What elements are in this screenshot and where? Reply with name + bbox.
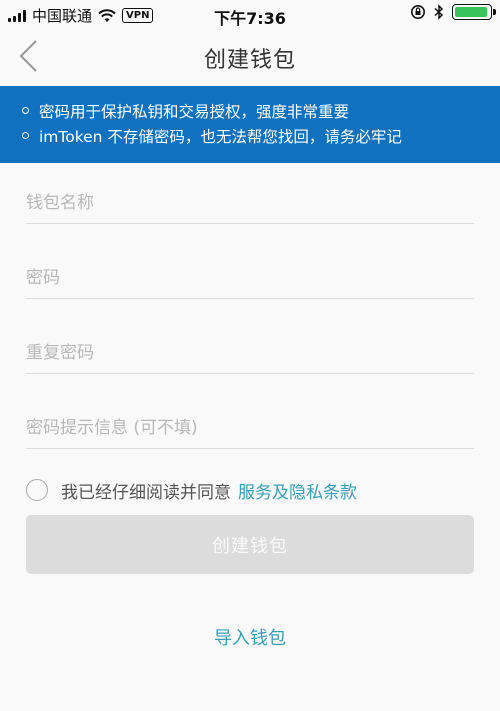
bullet-icon bbox=[22, 107, 29, 114]
terms-link[interactable]: 服务及隐私条款 bbox=[238, 478, 357, 503]
password-field bbox=[26, 259, 474, 299]
agreement-checkbox[interactable] bbox=[26, 479, 48, 501]
info-line: 密码用于保护私钥和交易授权，强度非常重要 bbox=[22, 98, 500, 123]
wallet-name-field bbox=[26, 184, 474, 224]
agreement-text: 我已经仔细阅读并同意 bbox=[61, 482, 231, 503]
create-wallet-button[interactable]: 创建钱包 bbox=[26, 515, 474, 574]
repeat-password-input[interactable] bbox=[26, 334, 474, 372]
import-wallet-link[interactable]: 导入钱包 bbox=[0, 624, 500, 650]
page-title: 创建钱包 bbox=[203, 48, 296, 73]
bluetooth-icon bbox=[434, 4, 444, 20]
bullet-icon bbox=[22, 132, 29, 139]
password-hint-field bbox=[26, 409, 474, 449]
info-line-text: imToken 不存储密码，也无法帮您找回，请务必牢记 bbox=[39, 127, 402, 146]
battery-fill bbox=[455, 7, 488, 17]
password-hint-input[interactable] bbox=[26, 409, 474, 447]
info-line: imToken 不存储密码，也无法帮您找回，请务必牢记 bbox=[22, 123, 500, 148]
battery-icon bbox=[452, 4, 496, 20]
navigation-bar: 创建钱包 bbox=[0, 28, 500, 86]
status-right bbox=[410, 4, 496, 20]
password-input[interactable] bbox=[26, 259, 474, 297]
repeat-password-field bbox=[26, 334, 474, 374]
wallet-name-input[interactable] bbox=[26, 184, 474, 222]
password-info-banner: 密码用于保护私钥和交易授权，强度非常重要 imToken 不存储密码，也无法帮您… bbox=[0, 86, 500, 163]
agreement-row: 我已经仔细阅读并同意 服务及隐私条款 bbox=[26, 476, 357, 504]
info-line-text: 密码用于保护私钥和交易授权，强度非常重要 bbox=[39, 102, 350, 121]
status-bar: 中国联通 VPN 下午7:36 bbox=[0, 0, 500, 28]
orientation-lock-icon bbox=[411, 5, 425, 19]
